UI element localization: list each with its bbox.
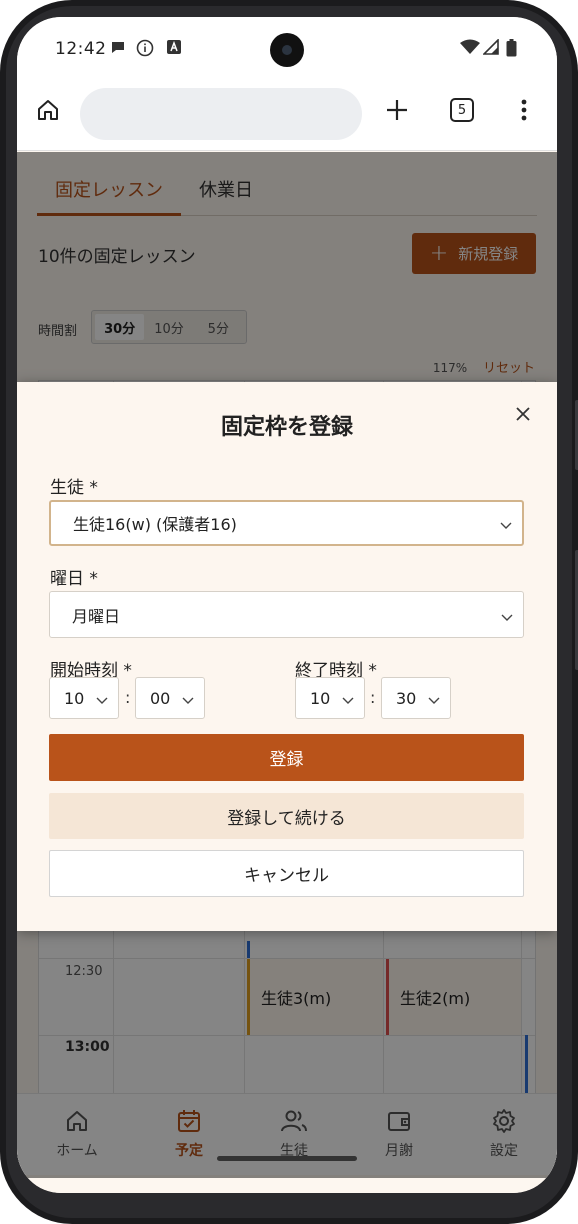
status-time: 12:42	[55, 39, 107, 59]
chevron-down-icon	[428, 697, 440, 704]
chat-bubble-icon	[110, 39, 126, 59]
home-icon[interactable]	[33, 95, 63, 125]
student-select-value: 生徒16(w) (保護者16)	[73, 515, 237, 534]
wifi-icon	[460, 39, 480, 59]
weekday-select[interactable]: 月曜日	[49, 591, 524, 638]
modal-title: 固定枠を登録	[220, 415, 353, 440]
time-colon: :	[125, 688, 131, 707]
start-minute-select[interactable]: 00	[135, 677, 205, 719]
status-bar: 12:42	[17, 17, 557, 81]
browser-toolbar: 5	[17, 81, 557, 151]
chevron-down-icon	[182, 697, 194, 704]
student-select[interactable]: 生徒16(w) (保護者16)	[49, 500, 524, 546]
gesture-bar[interactable]	[217, 1156, 357, 1161]
battery-icon	[506, 39, 517, 61]
end-hour-value: 10	[310, 688, 331, 708]
cancel-button[interactable]: キャンセル	[49, 850, 524, 897]
start-hour-value: 10	[64, 688, 85, 708]
register-button[interactable]: 登録	[49, 734, 524, 781]
weekday-select-value: 月曜日	[72, 606, 121, 626]
student-label: 生徒 *	[50, 478, 98, 498]
close-icon[interactable]	[513, 404, 533, 424]
chevron-down-icon	[342, 697, 354, 704]
text-a-icon	[166, 39, 182, 59]
end-minute-value: 30	[396, 688, 417, 708]
chevron-down-icon	[501, 614, 513, 621]
weekday-label: 曜日 *	[50, 569, 98, 589]
start-hour-select[interactable]: 10	[49, 677, 119, 719]
tab-switcher-button[interactable]: 5	[447, 95, 477, 125]
end-minute-select[interactable]: 30	[381, 677, 451, 719]
url-bar[interactable]	[80, 88, 362, 140]
screen: 12:42 5 固定レッスン 休業日 10件の固定レッスン + 新規登録 時間割…	[17, 17, 557, 1193]
phone-frame: 12:42 5 固定レッスン 休業日 10件の固定レッスン + 新規登録 時間割…	[0, 0, 578, 1224]
info-icon	[136, 39, 154, 61]
chevron-down-icon	[500, 522, 512, 529]
end-hour-select[interactable]: 10	[295, 677, 365, 719]
more-vert-icon[interactable]	[509, 95, 539, 125]
signal-icon	[482, 38, 499, 59]
register-continue-button[interactable]: 登録して続ける	[49, 793, 524, 839]
chevron-down-icon	[96, 697, 108, 704]
start-minute-value: 00	[150, 688, 171, 708]
tab-count: 5	[450, 98, 474, 122]
time-colon: :	[370, 688, 376, 707]
front-camera	[270, 33, 304, 67]
register-slot-modal: 固定枠を登録 生徒 * 生徒16(w) (保護者16) 曜日 * 月曜日 開始時…	[17, 382, 557, 931]
plus-icon[interactable]	[382, 95, 412, 125]
